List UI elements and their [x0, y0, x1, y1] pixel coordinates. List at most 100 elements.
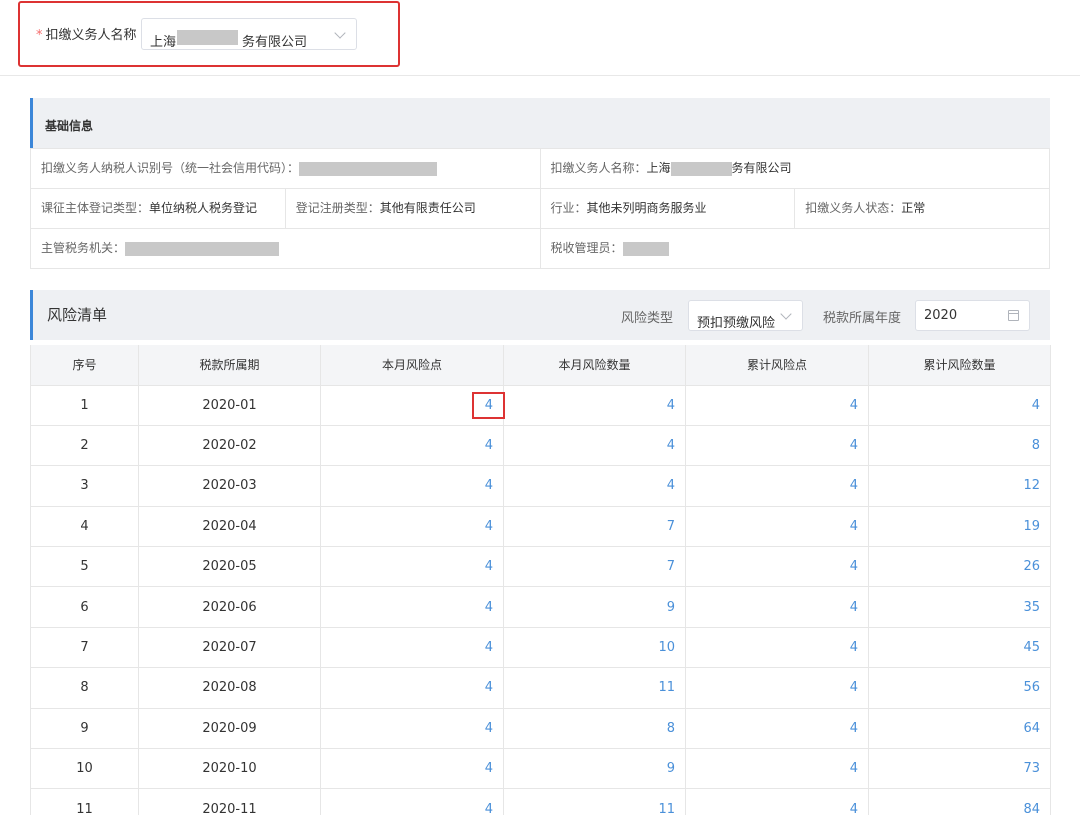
cell-month-risk-points[interactable]: 4 [320, 626, 504, 669]
risk-list-header: 风险清单 风险类型 预扣预缴风险 税款所属年度 2020 [30, 290, 1050, 340]
cell-total-risk-points[interactable]: 4 [685, 505, 869, 548]
cell-total-risk-points[interactable]: 4 [685, 788, 869, 815]
cell-total-risk-count[interactable]: 8 [868, 424, 1051, 467]
highlight-box-agent [18, 1, 400, 67]
cell-index: 11 [30, 788, 139, 815]
table-row: 8 2020-08 4 11 4 56 [30, 667, 1051, 709]
agent-name-info-part2: 务有限公司 [731, 161, 792, 175]
cell-total-risk-points[interactable]: 4 [685, 424, 869, 467]
tax-office-cell: 主管税务机关： [31, 229, 541, 268]
table-row: 4 2020-04 4 7 4 19 [30, 505, 1051, 548]
table-row: 6 2020-06 4 9 4 35 [30, 586, 1051, 628]
cell-total-risk-points[interactable]: 4 [685, 546, 869, 588]
cell-total-risk-count[interactable]: 19 [868, 505, 1051, 548]
taxpayer-id-cell: 扣缴义务人纳税人识别号（统一社会信用代码）： [31, 149, 541, 188]
cell-period: 2020-10 [138, 748, 321, 790]
agent-name-cell: 扣缴义务人名称：上海 务有限公司 [541, 149, 1050, 188]
cell-total-risk-points[interactable]: 4 [685, 384, 869, 426]
cell-index: 3 [30, 465, 139, 507]
col-header-total-risk-count: 累计风险数量 [868, 345, 1051, 386]
chevron-down-icon [780, 308, 792, 320]
risk-type-select[interactable]: 预扣预缴风险 [688, 300, 803, 331]
cell-total-risk-count[interactable]: 64 [868, 707, 1051, 750]
cell-month-risk-points[interactable]: 4 [320, 707, 504, 750]
cell-month-risk-count[interactable]: 7 [503, 505, 686, 548]
cell-total-risk-count[interactable]: 56 [868, 667, 1051, 709]
cell-month-risk-count[interactable]: 9 [503, 586, 686, 628]
basic-info-title: 基础信息 [45, 119, 94, 133]
cell-total-risk-points[interactable]: 4 [685, 465, 869, 507]
cell-month-risk-points[interactable]: 4 [320, 586, 504, 628]
cell-month-risk-count[interactable]: 10 [503, 626, 686, 669]
highlight-box-cell [472, 392, 505, 419]
status-cell: 扣缴义务人状态：正常 [795, 189, 1050, 228]
cell-period: 2020-09 [138, 707, 321, 750]
cell-period: 2020-07 [138, 626, 321, 669]
risk-table: 序号 税款所属期 本月风险点 本月风险数量 累计风险点 累计风险数量 1 2020… [30, 345, 1051, 815]
table-row: 10 2020-10 4 9 4 73 [30, 748, 1051, 790]
reg-type-label: 登记注册类型： [295, 201, 380, 215]
cell-period: 2020-08 [138, 667, 321, 709]
cell-month-risk-count[interactable]: 11 [503, 667, 686, 709]
table-row: 1 2020-01 4 4 4 4 [30, 384, 1051, 426]
reg-type-value: 其他有限责任公司 [379, 201, 476, 215]
cell-month-risk-count[interactable]: 4 [503, 384, 686, 426]
cell-index: 2 [30, 424, 139, 467]
redaction-mask [622, 241, 669, 256]
reg-type-cell: 登记注册类型：其他有限责任公司 [286, 189, 541, 228]
cell-month-risk-count[interactable]: 9 [503, 748, 686, 790]
cell-period: 2020-02 [138, 424, 321, 467]
cell-total-risk-points[interactable]: 4 [685, 748, 869, 790]
col-header-month-risk-points: 本月风险点 [320, 345, 504, 386]
tax-office-label: 主管税务机关： [41, 241, 126, 255]
cell-month-risk-points[interactable]: 4 [320, 424, 504, 467]
cell-total-risk-count[interactable]: 12 [868, 465, 1051, 507]
status-value: 正常 [901, 201, 926, 215]
table-row: 2 2020-02 4 4 4 8 [30, 424, 1051, 467]
cell-total-risk-count[interactable]: 4 [868, 384, 1051, 426]
year-label: 税款所属年度 [823, 311, 902, 326]
cell-total-risk-count[interactable]: 26 [868, 546, 1051, 588]
industry-value: 其他未列明商务服务业 [586, 201, 707, 215]
cell-month-risk-points[interactable]: 4 [320, 546, 504, 588]
risk-list-title: 风险清单 [47, 306, 108, 324]
cell-month-risk-count[interactable]: 4 [503, 424, 686, 467]
cell-total-risk-points[interactable]: 4 [685, 626, 869, 669]
tax-admin-label: 税收管理员： [550, 241, 623, 255]
table-header-row: 序号 税款所属期 本月风险点 本月风险数量 累计风险点 累计风险数量 [30, 345, 1051, 386]
agent-name-info-part1: 上海 [646, 161, 671, 175]
cell-total-risk-count[interactable]: 84 [868, 788, 1051, 815]
cell-month-risk-points[interactable]: 4 [320, 505, 504, 548]
cell-month-risk-points[interactable]: 4 [320, 788, 504, 815]
cell-month-risk-points[interactable]: 4 [320, 748, 504, 790]
cell-total-risk-points[interactable]: 4 [685, 667, 869, 709]
cell-month-risk-count[interactable]: 11 [503, 788, 686, 815]
levy-type-value: 单位纳税人税务登记 [149, 201, 258, 215]
redaction-mask [125, 241, 280, 256]
cell-period: 2020-04 [138, 505, 321, 548]
taxpayer-id-label: 扣缴义务人纳税人识别号（统一社会信用代码）： [41, 161, 300, 175]
cell-period: 2020-11 [138, 788, 321, 815]
cell-total-risk-count[interactable]: 73 [868, 748, 1051, 790]
cell-month-risk-points[interactable]: 4 [320, 667, 504, 709]
industry-cell: 行业：其他未列明商务服务业 [541, 189, 796, 228]
cell-month-risk-count[interactable]: 7 [503, 546, 686, 588]
cell-month-risk-count[interactable]: 4 [503, 465, 686, 507]
table-row: 3 2020-03 4 4 4 12 [30, 465, 1051, 507]
levy-type-cell: 课征主体登记类型：单位纳税人税务登记 [31, 189, 286, 228]
cell-total-risk-points[interactable]: 4 [685, 707, 869, 750]
year-picker[interactable]: 2020 [915, 300, 1030, 331]
industry-label: 行业： [550, 201, 587, 215]
calendar-icon [1008, 310, 1019, 321]
cell-month-risk-points[interactable]: 4 [320, 465, 504, 507]
cell-total-risk-points[interactable]: 4 [685, 586, 869, 628]
cell-month-risk-count[interactable]: 8 [503, 707, 686, 750]
basic-info-grid: 扣缴义务人纳税人识别号（统一社会信用代码）： 扣缴义务人名称：上海 务有限公司 课… [30, 148, 1050, 269]
cell-total-risk-count[interactable]: 45 [868, 626, 1051, 669]
status-label: 扣缴义务人状态： [805, 201, 902, 215]
cell-total-risk-count[interactable]: 35 [868, 586, 1051, 628]
cell-index: 1 [30, 384, 139, 426]
agent-name-info-label: 扣缴义务人名称： [550, 161, 647, 175]
cell-index: 5 [30, 546, 139, 588]
cell-period: 2020-03 [138, 465, 321, 507]
